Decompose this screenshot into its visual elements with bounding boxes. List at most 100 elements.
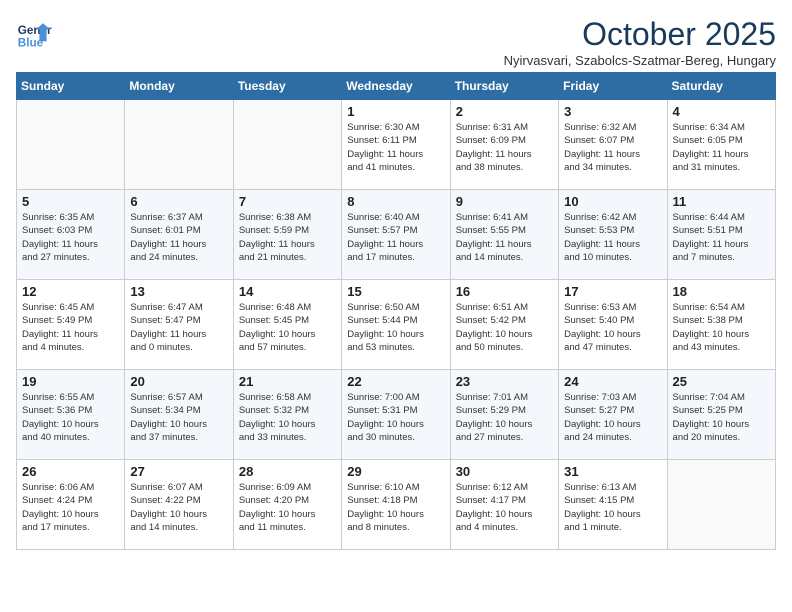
day-cell-6: 6Sunrise: 6:37 AMSunset: 6:01 PMDaylight… [125,190,233,280]
day-info: Sunrise: 6:50 AMSunset: 5:44 PMDaylight:… [347,301,444,354]
empty-cell [667,460,775,550]
day-cell-29: 29 Sunrise: 6:10 AMSunset: 4:18 PMDayligh… [342,460,450,550]
week-row-2: 5 Sunrise: 6:35 AMSunset: 6:03 PMDaylight… [17,190,776,280]
day-number: 29 [347,464,444,479]
day-cell-30: 30Sunrise: 6:12 AMSunset: 4:17 PMDayligh… [450,460,558,550]
day-cell-10: 10 Sunrise: 6:42 AMSunset: 5:53 PMDayligh… [559,190,667,280]
day-cell-24: 24 Sunrise: 7:03 AMSunset: 5:27 PMDayligh… [559,370,667,460]
day-cell-1: 1Sunrise: 6:30 AMSunset: 6:11 PMDaylight… [342,100,450,190]
day-number: 20 [130,374,227,389]
day-info: Sunrise: 6:40 AMSunset: 5:57 PMDaylight:… [347,211,444,264]
day-info: Sunrise: 6:48 AMSunset: 5:45 PMDaylight:… [239,301,336,354]
day-cell-7: 7 Sunrise: 6:38 AMSunset: 5:59 PMDaylight… [233,190,341,280]
day-number: 14 [239,284,336,299]
day-number: 16 [456,284,553,299]
day-info: Sunrise: 6:54 AMSunset: 5:38 PMDaylight:… [673,301,770,354]
day-info: Sunrise: 6:31 AMSunset: 6:09 PMDaylight:… [456,121,553,174]
day-info: Sunrise: 6:41 AMSunset: 5:55 PMDaylight:… [456,211,553,264]
day-info: Sunrise: 6:37 AMSunset: 6:01 PMDaylight:… [130,211,227,264]
title-block: October 2025 Nyirvasvari, Szabolcs-Szatm… [504,16,776,68]
day-info: Sunrise: 6:09 AMSunset: 4:20 PMDaylight:… [239,481,336,534]
day-cell-27: 27Sunrise: 6:07 AMSunset: 4:22 PMDayligh… [125,460,233,550]
weekday-header-saturday: Saturday [667,73,775,100]
day-cell-2: 2 Sunrise: 6:31 AMSunset: 6:09 PMDaylight… [450,100,558,190]
day-info: Sunrise: 7:03 AMSunset: 5:27 PMDaylight:… [564,391,661,444]
day-cell-25: 25 Sunrise: 7:04 AMSunset: 5:25 PMDayligh… [667,370,775,460]
day-cell-4: 4 Sunrise: 6:34 AMSunset: 6:05 PMDaylight… [667,100,775,190]
weekday-header-wednesday: Wednesday [342,73,450,100]
empty-cell [125,100,233,190]
week-row-1: 1Sunrise: 6:30 AMSunset: 6:11 PMDaylight… [17,100,776,190]
day-cell-13: 13 Sunrise: 6:47 AMSunset: 5:47 PMDayligh… [125,280,233,370]
empty-cell [233,100,341,190]
day-number: 15 [347,284,444,299]
day-cell-22: 22 Sunrise: 7:00 AMSunset: 5:31 PMDayligh… [342,370,450,460]
day-number: 17 [564,284,661,299]
day-number: 21 [239,374,336,389]
day-info: Sunrise: 6:57 AMSunset: 5:34 PMDaylight:… [130,391,227,444]
day-number: 28 [239,464,336,479]
day-cell-14: 14 Sunrise: 6:48 AMSunset: 5:45 PMDayligh… [233,280,341,370]
calendar-table: SundayMondayTuesdayWednesdayThursdayFrid… [16,72,776,550]
day-info: Sunrise: 6:07 AMSunset: 4:22 PMDaylight:… [130,481,227,534]
week-row-5: 26Sunrise: 6:06 AMSunset: 4:24 PMDayligh… [17,460,776,550]
day-number: 31 [564,464,661,479]
day-info: Sunrise: 6:34 AMSunset: 6:05 PMDaylight:… [673,121,770,174]
day-number: 24 [564,374,661,389]
day-info: Sunrise: 7:00 AMSunset: 5:31 PMDaylight:… [347,391,444,444]
day-cell-31: 31 Sunrise: 6:13 AMSunset: 4:15 PMDayligh… [559,460,667,550]
day-number: 18 [673,284,770,299]
week-row-4: 19Sunrise: 6:55 AMSunset: 5:36 PMDayligh… [17,370,776,460]
day-number: 5 [22,194,119,209]
day-info: Sunrise: 6:51 AMSunset: 5:42 PMDaylight:… [456,301,553,354]
day-number: 2 [456,104,553,119]
day-cell-8: 8 Sunrise: 6:40 AMSunset: 5:57 PMDaylight… [342,190,450,280]
day-number: 9 [456,194,553,209]
day-number: 19 [22,374,119,389]
day-number: 25 [673,374,770,389]
day-cell-19: 19Sunrise: 6:55 AMSunset: 5:36 PMDayligh… [17,370,125,460]
week-row-3: 12Sunrise: 6:45 AMSunset: 5:49 PMDayligh… [17,280,776,370]
day-number: 22 [347,374,444,389]
day-cell-20: 20 Sunrise: 6:57 AMSunset: 5:34 PMDayligh… [125,370,233,460]
day-info: Sunrise: 6:12 AMSunset: 4:17 PMDaylight:… [456,481,553,534]
day-info: Sunrise: 6:06 AMSunset: 4:24 PMDaylight:… [22,481,119,534]
day-cell-23: 23 Sunrise: 7:01 AMSunset: 5:29 PMDayligh… [450,370,558,460]
day-info: Sunrise: 6:53 AMSunset: 5:40 PMDaylight:… [564,301,661,354]
day-info: Sunrise: 6:45 AMSunset: 5:49 PMDaylight:… [22,301,119,354]
weekday-header-monday: Monday [125,73,233,100]
weekday-header-thursday: Thursday [450,73,558,100]
day-number: 1 [347,104,444,119]
svg-text:General: General [18,24,52,37]
day-number: 7 [239,194,336,209]
day-info: Sunrise: 7:04 AMSunset: 5:25 PMDaylight:… [673,391,770,444]
day-info: Sunrise: 6:32 AMSunset: 6:07 PMDaylight:… [564,121,661,174]
day-number: 11 [673,194,770,209]
day-number: 4 [673,104,770,119]
weekday-header-row: SundayMondayTuesdayWednesdayThursdayFrid… [17,73,776,100]
weekday-header-friday: Friday [559,73,667,100]
day-cell-28: 28 Sunrise: 6:09 AMSunset: 4:20 PMDayligh… [233,460,341,550]
day-info: Sunrise: 6:13 AMSunset: 4:15 PMDaylight:… [564,481,661,534]
day-info: Sunrise: 6:42 AMSunset: 5:53 PMDaylight:… [564,211,661,264]
day-info: Sunrise: 6:47 AMSunset: 5:47 PMDaylight:… [130,301,227,354]
day-info: Sunrise: 6:35 AMSunset: 6:03 PMDaylight:… [22,211,119,264]
logo: General Blue [16,16,52,52]
day-cell-3: 3Sunrise: 6:32 AMSunset: 6:07 PMDaylight… [559,100,667,190]
day-cell-16: 16 Sunrise: 6:51 AMSunset: 5:42 PMDayligh… [450,280,558,370]
day-number: 10 [564,194,661,209]
day-info: Sunrise: 6:38 AMSunset: 5:59 PMDaylight:… [239,211,336,264]
day-cell-15: 15 Sunrise: 6:50 AMSunset: 5:44 PMDayligh… [342,280,450,370]
day-cell-21: 21Sunrise: 6:58 AMSunset: 5:32 PMDayligh… [233,370,341,460]
day-number: 8 [347,194,444,209]
day-number: 23 [456,374,553,389]
location-subtitle: Nyirvasvari, Szabolcs-Szatmar-Bereg, Hun… [504,53,776,68]
day-info: Sunrise: 6:10 AMSunset: 4:18 PMDaylight:… [347,481,444,534]
day-info: Sunrise: 7:01 AMSunset: 5:29 PMDaylight:… [456,391,553,444]
weekday-header-sunday: Sunday [17,73,125,100]
weekday-header-tuesday: Tuesday [233,73,341,100]
page-header: General Blue October 2025 Nyirvasvari, S… [16,16,776,68]
day-info: Sunrise: 6:44 AMSunset: 5:51 PMDaylight:… [673,211,770,264]
day-cell-18: 18 Sunrise: 6:54 AMSunset: 5:38 PMDayligh… [667,280,775,370]
day-number: 13 [130,284,227,299]
